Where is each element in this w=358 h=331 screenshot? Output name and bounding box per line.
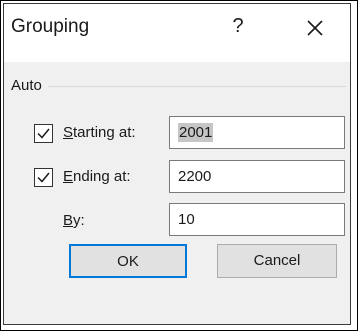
ending-at-input[interactable]: 2200 bbox=[169, 160, 345, 193]
group-divider bbox=[48, 86, 346, 87]
ending-at-label-rest: nding at: bbox=[73, 168, 131, 185]
auto-group-label: Auto bbox=[11, 77, 42, 94]
cancel-button[interactable]: Cancel bbox=[217, 244, 337, 278]
close-x-icon bbox=[307, 20, 323, 36]
grouping-dialog: Grouping ? Auto Starting at: 2001 Ending… bbox=[3, 3, 351, 325]
starting-at-accel: S bbox=[63, 124, 74, 141]
starting-at-input[interactable]: 2001 bbox=[169, 116, 345, 149]
ending-at-label: Ending at: bbox=[63, 168, 131, 185]
by-input[interactable]: 10 bbox=[169, 203, 345, 236]
ending-at-checkbox[interactable] bbox=[34, 168, 53, 187]
dialog-body: Auto Starting at: 2001 Ending at: 2200 B… bbox=[4, 62, 350, 324]
ending-at-value: 2200 bbox=[178, 168, 212, 185]
close-button[interactable] bbox=[300, 13, 330, 43]
by-label: By: bbox=[63, 212, 85, 229]
by-accel: B bbox=[63, 212, 74, 229]
ending-at-accel: E bbox=[63, 168, 74, 185]
starting-at-value: 2001 bbox=[178, 123, 214, 142]
dialog-title: Grouping bbox=[11, 16, 90, 37]
starting-at-label: Starting at: bbox=[63, 124, 136, 141]
checkmark-icon bbox=[37, 172, 50, 183]
title-bar: Grouping ? bbox=[4, 4, 350, 62]
starting-at-checkbox[interactable] bbox=[34, 124, 53, 143]
ok-button[interactable]: OK bbox=[69, 244, 187, 278]
help-button[interactable]: ? bbox=[225, 12, 251, 40]
by-value: 10 bbox=[178, 211, 195, 228]
by-label-rest: y: bbox=[73, 212, 85, 229]
checkmark-icon bbox=[37, 128, 50, 139]
starting-at-label-rest: tarting at: bbox=[73, 124, 136, 141]
